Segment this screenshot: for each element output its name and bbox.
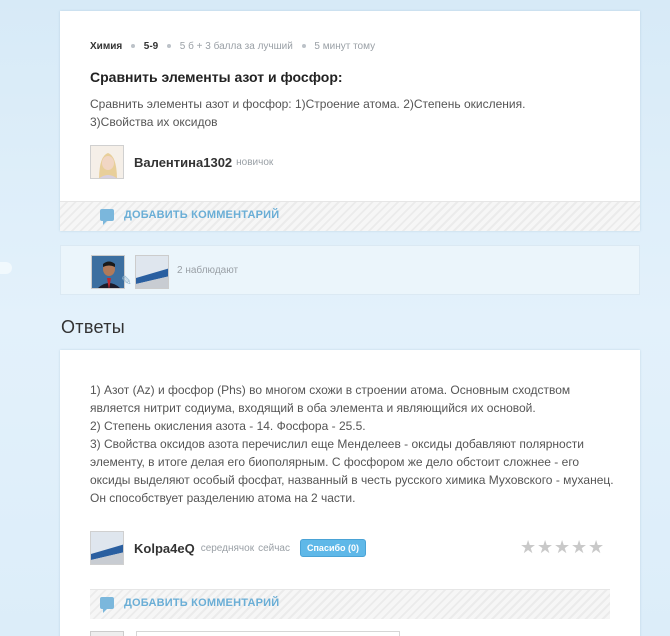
watchers-bar: ✎ 2 наблюдают — [60, 245, 640, 295]
add-comment-button[interactable]: ДОБАВИТЬ КОММЕНТАРИЙ — [100, 209, 280, 225]
author-rank: новичок — [236, 156, 274, 168]
question-meta: Химия 5-9 5 б + 3 балла за лучший 5 мину… — [90, 41, 375, 52]
background-cloud — [0, 262, 12, 274]
add-comment-label: ДОБАВИТЬ КОММЕНТАРИЙ — [124, 597, 280, 609]
points-text: 5 б + 3 балла за лучший — [179, 41, 293, 52]
add-comment-button[interactable]: ДОБАВИТЬ КОММЕНТАРИЙ — [100, 597, 280, 613]
question-title: Сравнить элементы азот и фосфор: — [90, 69, 343, 85]
question-card: Химия 5-9 5 б + 3 балла за лучший 5 мину… — [60, 11, 640, 231]
question-body: Сравнить элементы азот и фосфор: 1)Строе… — [90, 97, 526, 129]
pencil-icon: ✎ — [121, 273, 132, 288]
rating-stars[interactable]: ★ ★ ★ ★ ★ — [520, 538, 605, 556]
answer-body: 1) Азот (Az) и фосфор (Phs) во многом сх… — [90, 381, 615, 507]
question-author: Валентина1302 новичок — [90, 145, 273, 179]
subject-link[interactable]: Химия — [90, 41, 122, 52]
star-icon[interactable]: ★ — [520, 538, 536, 556]
star-icon[interactable]: ★ — [554, 538, 570, 556]
answer-card: 1) Азот (Az) и фосфор (Phs) во многом сх… — [60, 350, 640, 636]
answers-heading: Ответы — [61, 317, 126, 337]
answer-line: 2) Степень окисления азота - 14. Фосфора… — [90, 419, 366, 433]
star-icon[interactable]: ★ — [571, 538, 587, 556]
watcher-avatar[interactable] — [135, 255, 169, 289]
comment-input[interactable] — [136, 631, 400, 636]
comment-bar: ДОБАВИТЬ КОММЕНТАРИЙ — [90, 589, 610, 619]
author-name[interactable]: Kolpa4eQ — [134, 541, 195, 556]
avatar — [90, 631, 124, 636]
comment-bar: ДОБАВИТЬ КОММЕНТАРИЙ — [60, 201, 640, 231]
comment-bubble-icon — [100, 209, 114, 225]
comment-compose-row — [90, 631, 610, 636]
avatar[interactable] — [90, 145, 124, 179]
answer-line: 1) Азот (Az) и фосфор (Phs) во многом сх… — [90, 383, 571, 415]
add-comment-label: ДОБАВИТЬ КОММЕНТАРИЙ — [124, 209, 280, 221]
author-rank: середнячок — [200, 542, 255, 554]
avatar[interactable] — [90, 531, 124, 565]
comment-bubble-icon — [100, 597, 114, 613]
star-icon[interactable]: ★ — [588, 538, 604, 556]
watchers-count: 2 наблюдают — [177, 265, 239, 276]
author-name[interactable]: Валентина1302 — [134, 155, 232, 170]
star-icon[interactable]: ★ — [537, 538, 553, 556]
answer-line: 3) Свойства оксидов азота перечислил еще… — [90, 437, 614, 505]
question-time: 5 минут тому — [314, 41, 376, 52]
answer-time: сейчас — [258, 542, 290, 554]
watcher-avatar[interactable] — [91, 255, 125, 289]
grade-link[interactable]: 5-9 — [144, 41, 158, 52]
thanks-button[interactable]: Спасибо (0) — [300, 539, 367, 557]
